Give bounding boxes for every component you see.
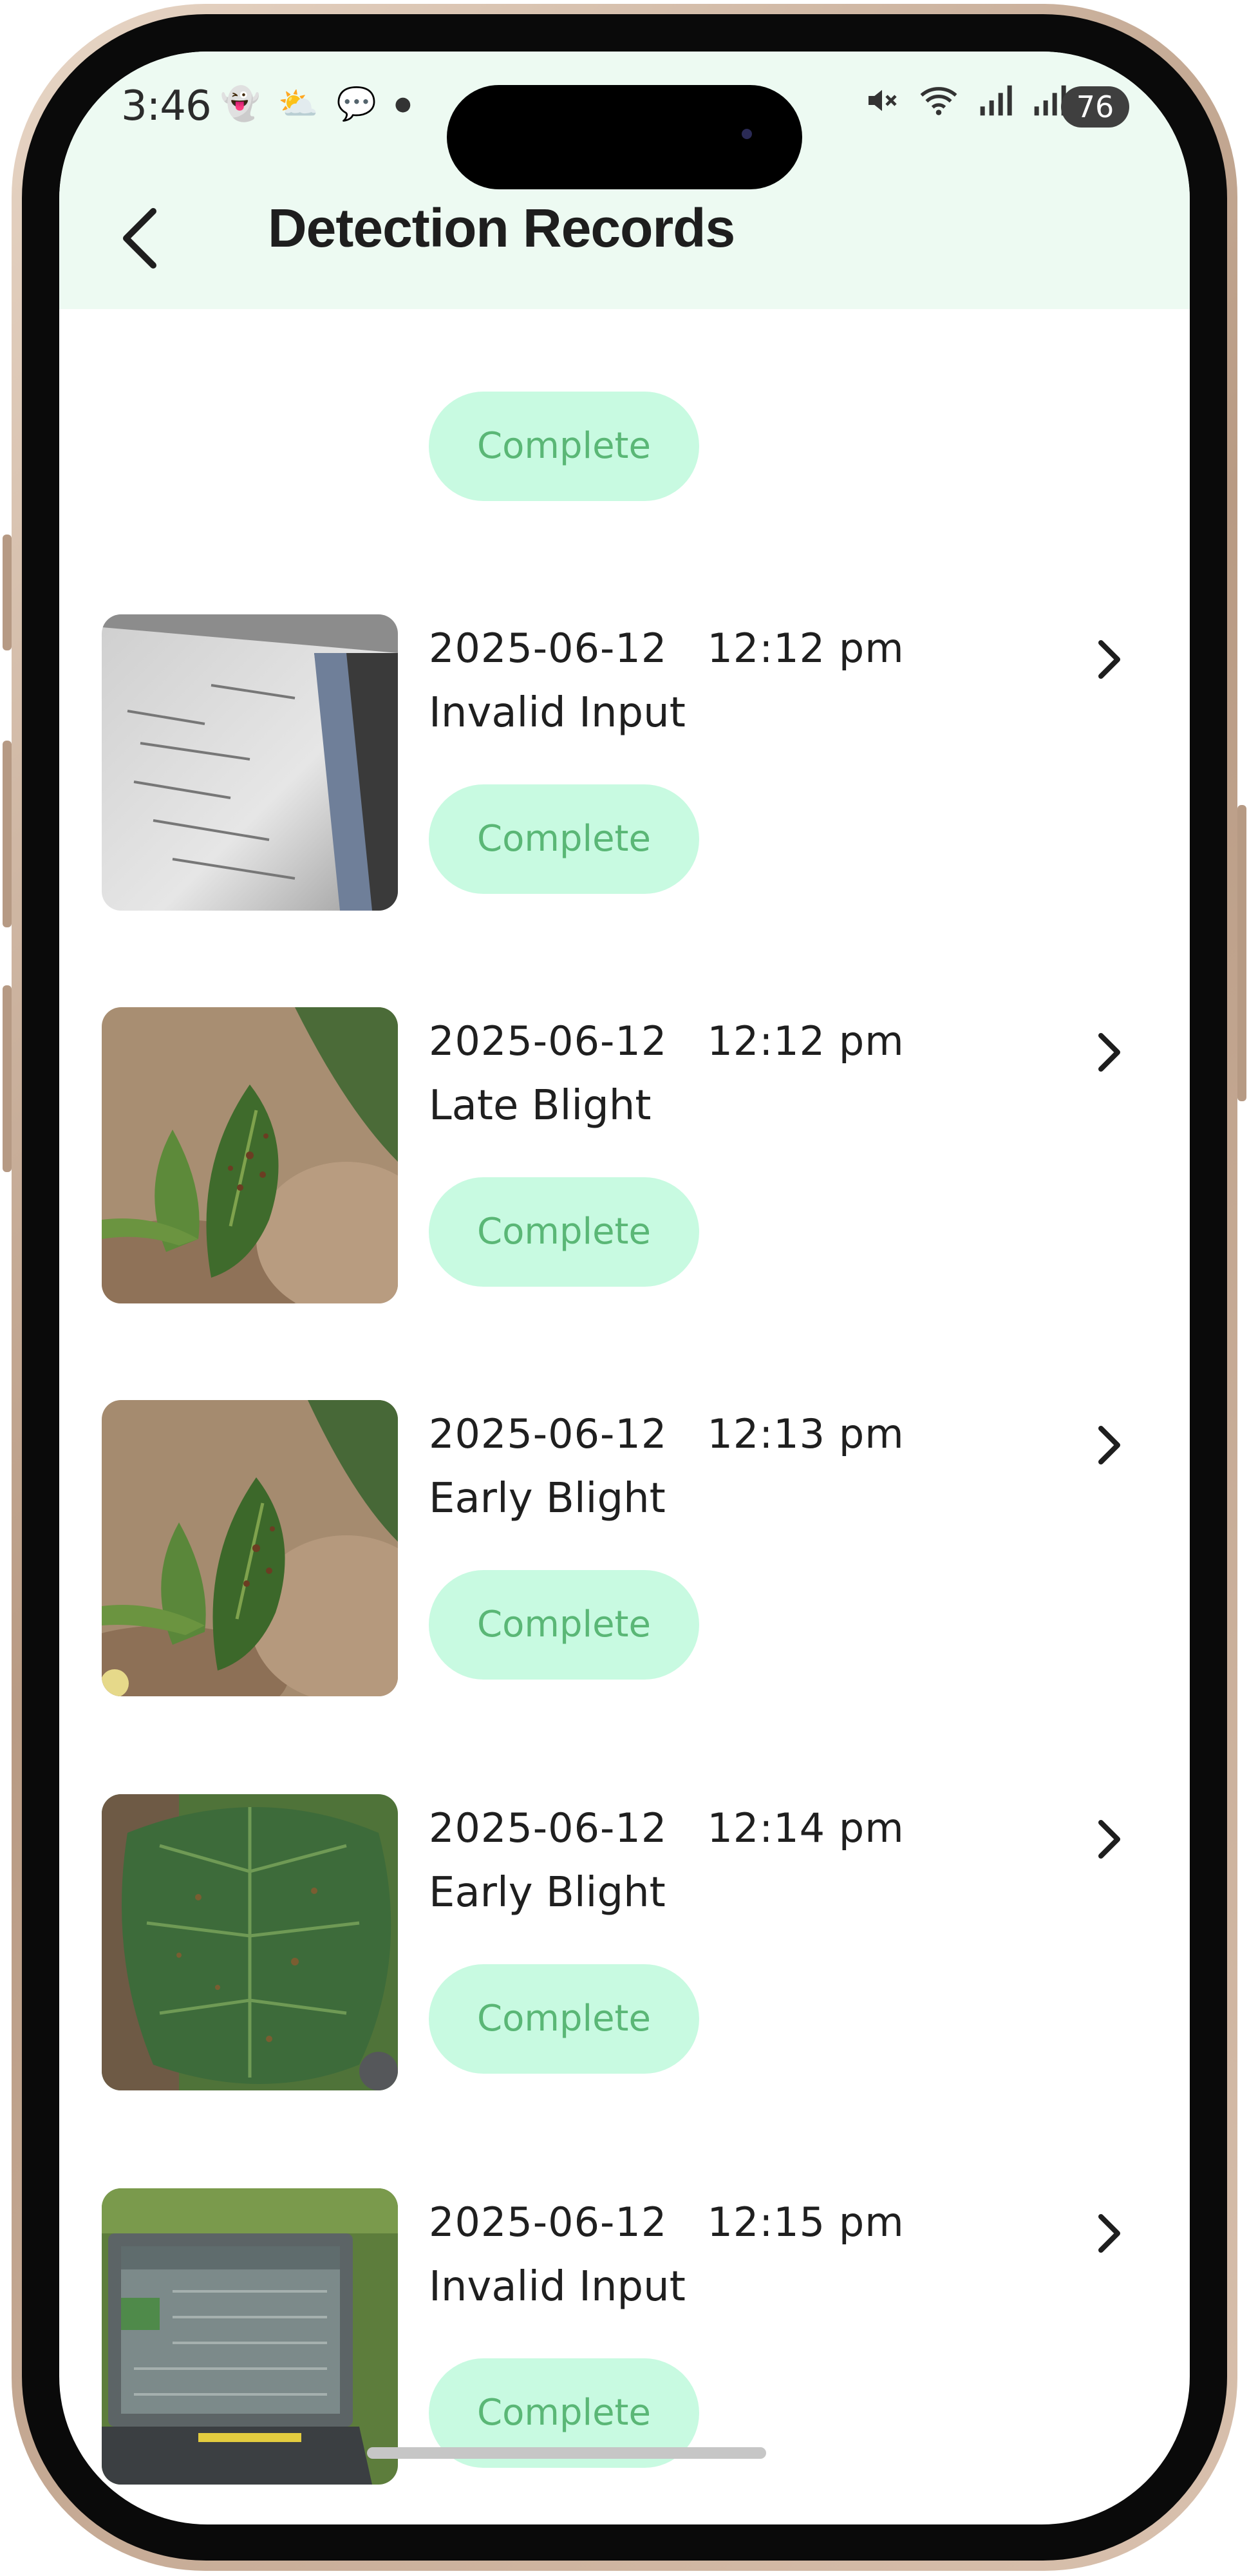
record-thumbnail	[102, 1794, 398, 2090]
chevron-right-icon[interactable]	[1089, 634, 1128, 685]
record-item[interactable]: 2025-06-12 12:12 pm Invalid Input Comple…	[59, 614, 1190, 936]
record-result: Invalid Input	[429, 689, 686, 737]
mute-icon	[869, 90, 897, 111]
page-title: Detection Records	[268, 198, 735, 258]
record-date: 2025-06-12	[429, 625, 668, 672]
app-header: 3:46 👻 ⛅ 💬 ● 76 Detection Records	[59, 52, 1190, 309]
record-timestamp: 2025-06-12 12:12 pm	[429, 625, 905, 672]
snapchat-icon: 👻	[220, 85, 261, 122]
power-button	[1237, 805, 1246, 1101]
record-time: 12:15 pm	[707, 2199, 905, 2246]
record-timestamp: 2025-06-12 12:12 pm	[429, 1018, 905, 1065]
status-badge: Complete	[429, 1964, 699, 2074]
potato-leaf-photo	[102, 1400, 398, 1696]
weather-icon: ⛅	[278, 85, 319, 122]
record-item[interactable]: 2025-06-12 12:12 pm Late Blight Complete	[59, 1007, 1190, 1329]
record-date: 2025-06-12	[429, 1410, 668, 1457]
status-time: 3:46	[121, 82, 212, 130]
record-result: Early Blight	[429, 1869, 666, 1917]
record-result: Late Blight	[429, 1082, 652, 1130]
large-leaf-photo	[102, 1794, 398, 2090]
record-timestamp: 2025-06-12 12:13 pm	[429, 1410, 905, 1457]
record-timestamp: 2025-06-12 12:14 pm	[429, 1804, 905, 1852]
record-result: Early Blight	[429, 1475, 666, 1522]
record-item[interactable]: 2025-06-12 12:15 pm Invalid Input Comple…	[59, 2188, 1190, 2510]
battery-indicator: 76	[1061, 86, 1129, 128]
record-timestamp: 2025-06-12 12:15 pm	[429, 2199, 905, 2246]
chat-icon: 💬	[336, 85, 377, 122]
status-system-icons	[864, 82, 1067, 118]
laptop-screen-photo	[102, 614, 398, 911]
back-chevron-icon	[123, 208, 156, 269]
record-thumbnail	[102, 2188, 398, 2485]
record-result: Invalid Input	[429, 2263, 686, 2311]
signal-icon	[980, 85, 1012, 116]
back-button[interactable]	[104, 193, 175, 283]
status-badge: Complete	[429, 392, 699, 501]
status-badge: Complete	[429, 1570, 699, 1680]
action-button	[3, 535, 12, 650]
record-time: 12:12 pm	[707, 1018, 905, 1065]
record-time: 12:14 pm	[707, 1804, 905, 1852]
record-item[interactable]: 2025-06-12 12:13 pm Early Blight Complet…	[59, 1400, 1190, 1722]
record-time: 12:12 pm	[707, 625, 905, 672]
device: 3:46 👻 ⛅ 💬 ● 76 Detection Records Comple…	[0, 0, 1249, 2576]
record-thumbnail	[102, 1007, 398, 1303]
record-date: 2025-06-12	[429, 2199, 668, 2246]
chevron-right-icon[interactable]	[1089, 1027, 1128, 1078]
record-item[interactable]: 2025-06-12 12:14 pm Early Blight Complet…	[59, 1794, 1190, 2116]
home-indicator[interactable]	[367, 2447, 766, 2459]
chevron-right-icon[interactable]	[1089, 2208, 1128, 2259]
screen: 3:46 👻 ⛅ 💬 ● 76 Detection Records Comple…	[59, 52, 1190, 2524]
volume-up-button	[3, 741, 12, 927]
potato-leaf-photo	[102, 1007, 398, 1303]
volume-down-button	[3, 985, 12, 1172]
records-list[interactable]: Complete 2025-06-12 12:12 pm Invalid Inp…	[59, 309, 1190, 2524]
record-date: 2025-06-12	[429, 1804, 668, 1852]
record-thumbnail	[102, 1400, 398, 1696]
record-date: 2025-06-12	[429, 1018, 668, 1065]
dot-icon: ●	[394, 93, 411, 115]
chevron-right-icon[interactable]	[1089, 1814, 1128, 1865]
record-time: 12:13 pm	[707, 1410, 905, 1457]
status-badge: Complete	[429, 784, 699, 894]
status-notification-icons: 👻 ⛅ 💬 ●	[220, 85, 411, 123]
chevron-right-icon[interactable]	[1089, 1419, 1128, 1471]
wifi-icon	[920, 87, 957, 115]
record-thumbnail	[102, 614, 398, 911]
status-badge: Complete	[429, 1177, 699, 1287]
camera-dot	[742, 129, 752, 139]
laptop-in-field-photo	[102, 2188, 398, 2485]
